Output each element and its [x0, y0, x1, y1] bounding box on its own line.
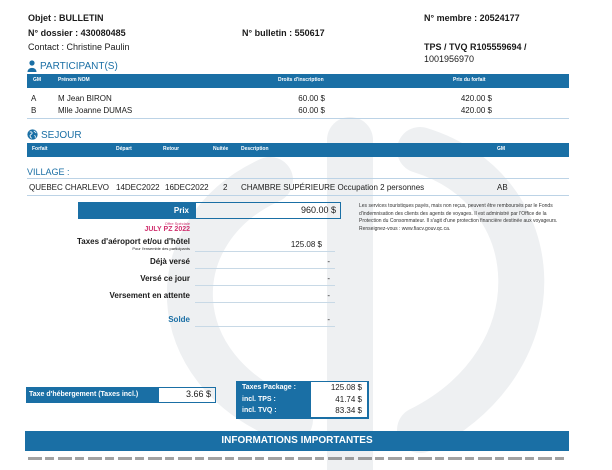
prix-value: 960.00 $ [300, 205, 336, 215]
row-name: Mlle Joanne DUMAS [58, 106, 133, 115]
prix-value-box: 960.00 $ [195, 202, 341, 219]
col-description: Description [241, 146, 269, 152]
row-name: M Jean BIRON [58, 94, 112, 103]
sejour-description: CHAMBRE SUPÉRIEURE Occupation 2 personne… [241, 183, 425, 192]
verse-underline [195, 285, 335, 286]
package-value: 125.08 $ [330, 383, 362, 392]
offre-value: JULY PZ 2022 [144, 226, 190, 233]
col-name: Prénom NOM [58, 77, 90, 83]
membre-number: N° membre : 20524177 [424, 13, 520, 23]
hebergement-label: Taxe d'hébergement (Taxes incl.) [29, 391, 139, 398]
row-gm: A [31, 94, 37, 103]
objet-label: Objet : BULLETIN [28, 13, 104, 23]
fund-notice: Les services touristiques payés, mais no… [359, 203, 558, 232]
verse-label: Versé ce jour [140, 274, 190, 283]
sejour-title: SEJOUR [41, 130, 82, 141]
hebergement-value: 3.66 $ [185, 389, 211, 399]
taxes-value: 125.08 $ [290, 240, 322, 249]
sejour-gm: AB [497, 183, 508, 192]
sejour-nuitee: 2 [223, 183, 228, 192]
participants-divider [27, 118, 569, 119]
participants-header: GM Prénom NOM Droits d'inscription Prix … [27, 74, 569, 88]
tvq-value: 83.34 $ [335, 406, 362, 415]
col-retour: Retour [163, 146, 180, 152]
sejour-header: Forfait Départ Retour Nuitée Description… [27, 143, 569, 157]
package-label: Taxes Package : [242, 384, 296, 391]
col-droits: Droits d'inscription [278, 77, 324, 83]
contact-name: Contact : Christine Paulin [28, 42, 130, 52]
col-gm: GM [33, 77, 42, 83]
prix-label: Prix [173, 206, 189, 215]
deja-underline [195, 268, 335, 269]
solde-underline [195, 326, 335, 327]
row-droits: 60.00 $ [298, 106, 325, 115]
globe-icon [27, 129, 38, 140]
attente-value: - [327, 291, 330, 300]
taxes-sub: Pour l'ensemble des participants [132, 246, 190, 251]
tvq-label: incl. TVQ : [242, 407, 277, 414]
tps-line2: 1001956970 [424, 54, 475, 64]
row-droits: 60.00 $ [298, 94, 325, 103]
info-title: INFORMATIONS IMPORTANTES [221, 435, 373, 446]
sejour-depart: 14DEC2022 [116, 183, 160, 192]
solde-label: Solde [168, 315, 190, 324]
tps-label: incl. TPS : [242, 396, 276, 403]
deja-value: - [327, 257, 330, 266]
taxes-underline [195, 251, 335, 252]
col-gm: GM [497, 146, 506, 152]
taxes-label: Taxes d'aéroport et/ou d'hôtel [76, 237, 190, 246]
bulletin-text: N° bulletin : 550617 [242, 28, 325, 38]
tps-line1: TPS / TVQ R105559694 / [424, 42, 527, 52]
table-row: B Mlle Joanne DUMAS 60.00 $ 420.00 $ [27, 106, 569, 117]
info-text-cutoff [28, 456, 568, 460]
table-row: QUEBEC CHARLEVO 14DEC2022 16DEC2022 2 CH… [27, 183, 569, 195]
bulletin-number: N° bulletin : 550617 [242, 28, 325, 38]
info-header: INFORMATIONS IMPORTANTES [25, 431, 569, 451]
sejour-divider [27, 195, 569, 196]
verse-value: - [327, 274, 330, 283]
dossier-number: N° dossier : 430080485 [28, 28, 126, 38]
deja-label: Déjà versé [149, 257, 190, 266]
tps-value: 41.74 $ [335, 395, 362, 404]
person-icon [27, 60, 37, 72]
participants-title: PARTICIPANT(S) [40, 61, 118, 72]
row-prix: 420.00 $ [460, 106, 492, 115]
col-depart: Départ [116, 146, 132, 152]
row-prix: 420.00 $ [460, 94, 492, 103]
village-divider [27, 178, 569, 179]
solde-value: - [327, 315, 330, 324]
hebergement-header: Taxe d'hébergement (Taxes incl.) [26, 387, 158, 403]
col-nuitee: Nuitée [213, 146, 229, 152]
village-label: VILLAGE : [27, 167, 70, 177]
attente-label: Versement en attente [109, 291, 190, 300]
table-row: A M Jean BIRON 60.00 $ 420.00 $ [27, 94, 569, 105]
col-forfait: Forfait [32, 146, 48, 152]
attente-underline [195, 302, 335, 303]
prix-header: Prix [78, 202, 195, 219]
col-prix: Prix du forfait [453, 77, 486, 83]
row-gm: B [31, 106, 37, 115]
sejour-retour: 16DEC2022 [165, 183, 209, 192]
hebergement-value-box: 3.66 $ [158, 387, 216, 403]
sejour-forfait: QUEBEC CHARLEVO [29, 183, 110, 192]
